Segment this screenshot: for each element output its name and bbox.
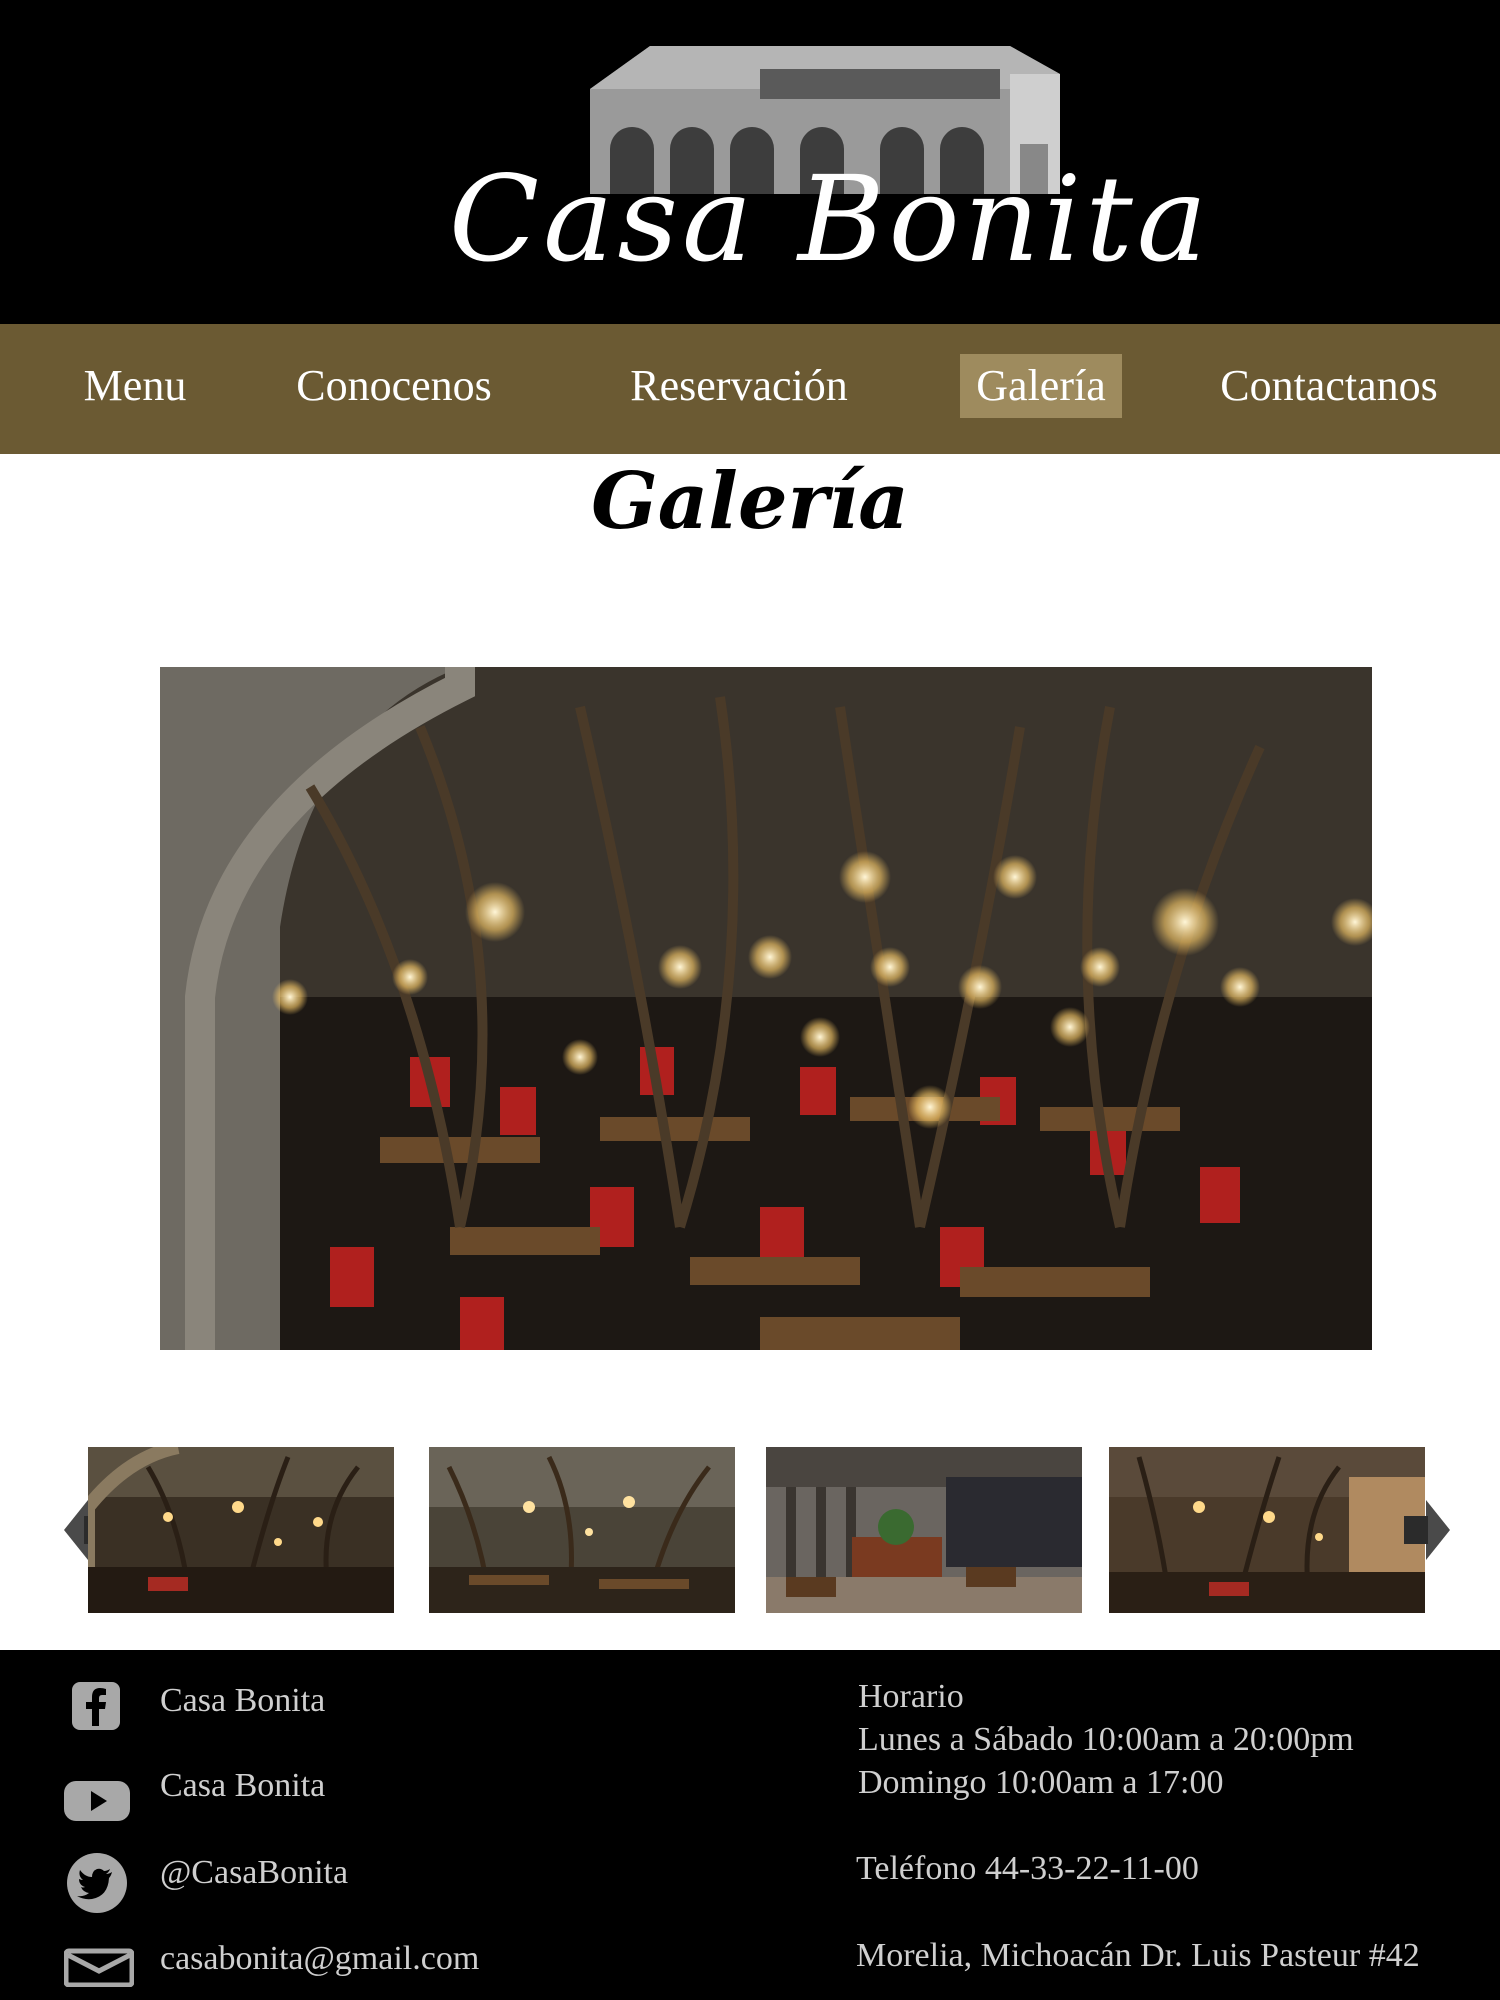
thumbnail-image xyxy=(88,1447,394,1613)
gallery-thumbnail-1[interactable] xyxy=(88,1447,394,1613)
thumbnail-image xyxy=(766,1447,1082,1613)
hours-weekdays: Lunes a Sábado 10:00am a 20:00pm xyxy=(858,1721,1354,1758)
nav-item-conocenos[interactable]: Conocenos xyxy=(282,354,506,418)
thumbnail-image xyxy=(1109,1447,1425,1613)
nav-item-galeria[interactable]: Galería xyxy=(960,354,1122,418)
nav-item-reservacion[interactable]: Reservación xyxy=(624,354,854,418)
main-nav: Menu Conocenos Reservación Galería Conta… xyxy=(0,324,1500,454)
phone-number: Teléfono 44-33-22-11-00 xyxy=(856,1850,1199,1887)
twitter-icon[interactable] xyxy=(66,1852,128,1914)
site-header: Casa Bonita xyxy=(0,0,1500,324)
email-link[interactable]: casabonita@gmail.com xyxy=(160,1938,479,1981)
hours-sunday: Domingo 10:00am a 17:00 xyxy=(858,1764,1224,1801)
facebook-icon[interactable] xyxy=(70,1680,122,1732)
hours-title: Horario xyxy=(858,1678,964,1715)
facebook-label[interactable]: Casa Bonita xyxy=(160,1680,325,1723)
gallery-main-photo xyxy=(160,667,1372,1350)
nav-item-contactanos[interactable]: Contactanos xyxy=(1206,354,1452,418)
gallery-thumbnail-3[interactable] xyxy=(766,1447,1082,1613)
site-footer: Casa Bonita Casa Bonita @CasaBonita casa… xyxy=(0,1650,1500,2000)
mail-icon[interactable] xyxy=(64,1947,134,1987)
thumbnail-image xyxy=(429,1447,735,1613)
youtube-label[interactable]: Casa Bonita xyxy=(160,1765,325,1808)
youtube-icon[interactable] xyxy=(63,1777,131,1825)
gallery-thumbnail-4[interactable] xyxy=(1109,1447,1425,1613)
gallery-next-arrow[interactable] xyxy=(1426,1500,1450,1560)
restaurant-interior-image xyxy=(160,667,1372,1350)
page-title: Galería xyxy=(591,456,909,547)
gallery-thumbnail-2[interactable] xyxy=(429,1447,735,1613)
gallery-next-arrow-bar xyxy=(1404,1516,1428,1544)
twitter-label[interactable]: @CasaBonita xyxy=(160,1852,348,1895)
address: Morelia, Michoacán Dr. Luis Pasteur #42 xyxy=(856,1937,1420,1974)
nav-item-menu[interactable]: Menu xyxy=(75,354,195,418)
brand-logo-text: Casa Bonita xyxy=(448,150,1212,288)
